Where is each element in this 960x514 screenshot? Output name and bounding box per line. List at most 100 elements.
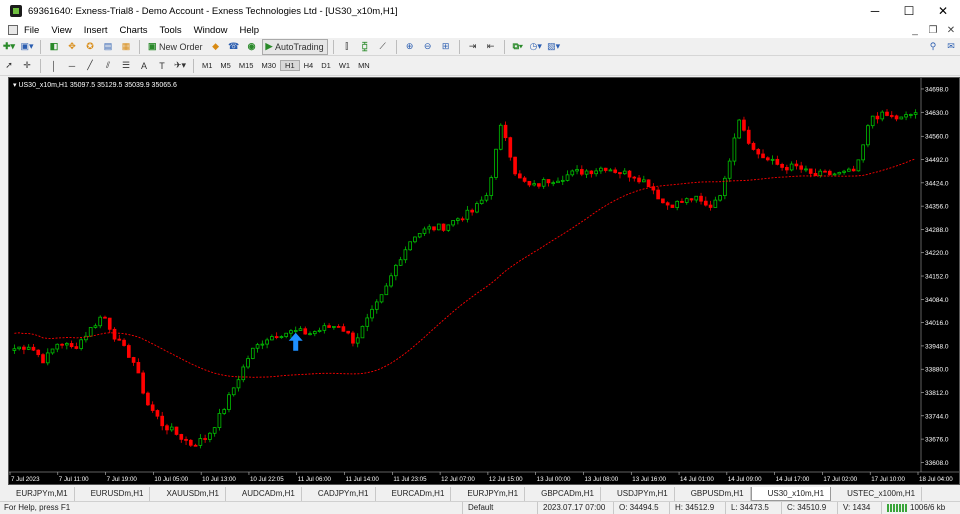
candle-body <box>236 379 241 389</box>
timeframe-m30[interactable]: M30 <box>257 61 280 70</box>
chart-tab[interactable]: EURUSDm,H1 <box>75 486 151 501</box>
candle-body <box>842 170 846 173</box>
menu-file[interactable]: File <box>24 25 39 36</box>
chart-tab[interactable]: CADJPYm,H1 <box>302 486 376 501</box>
price-label: 33608.0 <box>925 460 949 467</box>
standard-toolbar: ✚▾ ▣▾ ◧ ✥ ✪ ▤ ▦ ▣ New Order ◆ ☎ ◉ ▶ Auto… <box>0 38 960 56</box>
timeframe-h4[interactable]: H4 <box>300 61 318 70</box>
horizontal-line-icon[interactable]: ─ <box>64 58 80 74</box>
menu-view[interactable]: View <box>51 25 71 36</box>
chart-tab[interactable]: EURJPYm,M1 <box>0 486 75 501</box>
bar-chart-icon[interactable]: ⫿ <box>339 39 355 55</box>
new-chart-icon[interactable]: ✚▾ <box>1 39 17 55</box>
chart-tab[interactable]: AUDCADm,H1 <box>226 486 302 501</box>
market-watch-icon[interactable]: ◧ <box>46 39 62 55</box>
search-icon[interactable]: ⚲ <box>925 39 941 55</box>
fibonacci-icon[interactable]: ☰ <box>118 58 134 74</box>
tile-windows-icon[interactable]: ⊞ <box>438 39 454 55</box>
equidistant-channel-icon[interactable]: ⫽ <box>100 58 116 74</box>
time-label: 11 Jul 23:05 <box>393 476 427 483</box>
mdi-close-button[interactable]: ✕ <box>942 25 960 36</box>
line-chart-icon[interactable]: ⟋ <box>375 39 391 55</box>
chart-tab[interactable]: USTEC_x100m,H1 <box>831 486 923 501</box>
chart-tab[interactable]: GBPUSDm,H1 <box>675 486 751 501</box>
candle-body <box>489 177 494 196</box>
candle-body <box>279 336 284 339</box>
new-order-button[interactable]: ▣ New Order <box>145 39 206 55</box>
minimize-button[interactable]: ─ <box>858 0 892 22</box>
price-label: 34016.0 <box>925 320 949 327</box>
crosshair-icon[interactable]: ✛ <box>19 58 35 74</box>
maximize-button[interactable]: ☐ <box>892 0 926 22</box>
cursor-icon[interactable]: ➚ <box>1 58 17 74</box>
chart-window-icon[interactable] <box>8 25 18 35</box>
zoom-in-icon[interactable]: ⊕ <box>402 39 418 55</box>
chart-tab[interactable]: GBPCADm,H1 <box>525 486 602 501</box>
auto-scroll-icon[interactable]: ⇥ <box>465 39 481 55</box>
app-icon <box>10 5 22 17</box>
candle-body <box>494 148 498 178</box>
chart-shift-icon[interactable]: ⇤ <box>483 39 499 55</box>
price-label: 34492.0 <box>925 157 949 164</box>
candle-body <box>93 325 98 328</box>
text-tool-icon[interactable]: A <box>136 58 152 74</box>
vps-icon[interactable]: ◉ <box>244 39 260 55</box>
time-label: 13 Jul 08:00 <box>584 476 618 483</box>
metaeditor-icon[interactable]: ◆ <box>208 39 224 55</box>
menu-window[interactable]: Window <box>194 25 228 36</box>
time-label: 17 Jul 10:00 <box>871 476 905 483</box>
data-window-icon[interactable]: ✥ <box>64 39 80 55</box>
chart-tab[interactable]: EURCADm,H1 <box>376 486 452 501</box>
periods-icon[interactable]: ◷▾ <box>528 39 544 55</box>
candle-body <box>150 404 155 411</box>
separator <box>40 39 41 54</box>
strategy-tester-icon[interactable]: ▦ <box>118 39 134 55</box>
navigator-icon[interactable]: ✪ <box>82 39 98 55</box>
candle-body <box>422 228 427 234</box>
trendline-icon[interactable]: ╱ <box>82 58 98 74</box>
chart-tab[interactable]: XAUUSDm,H1 <box>150 486 226 501</box>
timeframe-h1[interactable]: H1 <box>280 60 300 71</box>
close-button[interactable]: ✕ <box>926 0 960 22</box>
timeframe-m1[interactable]: M1 <box>198 61 216 70</box>
chart-tab-active[interactable]: US30_x10m,H1 <box>750 486 832 501</box>
profiles-icon[interactable]: ▣▾ <box>19 39 35 55</box>
candlestick-icon[interactable]: ⧮ <box>357 39 373 55</box>
chart-tab[interactable]: USDJPYm,H1 <box>601 486 675 501</box>
mdi-minimize-button[interactable]: _ <box>906 25 924 36</box>
vertical-line-icon[interactable]: │ <box>46 58 62 74</box>
connection-icon <box>887 503 907 512</box>
candle-body <box>680 200 684 203</box>
timeframe-d1[interactable]: D1 <box>317 61 335 70</box>
templates-icon[interactable]: ▧▾ <box>546 39 562 55</box>
timeframe-mn[interactable]: MN <box>354 61 374 70</box>
autotrading-button[interactable]: ▶ AutoTrading <box>261 38 328 55</box>
chart-tab[interactable]: EURJPYm,H1 <box>451 486 526 501</box>
price-chart[interactable]: ▾ US30_x10m,H1 35097.5 35129.5 35039.9 3… <box>9 78 959 484</box>
signals-icon[interactable]: ☎ <box>226 39 242 55</box>
menu-tools[interactable]: Tools <box>159 25 181 36</box>
chat-icon[interactable]: ✉ <box>943 39 959 55</box>
candle-body <box>174 426 179 435</box>
timeframe-w1[interactable]: W1 <box>335 61 354 70</box>
menu-help[interactable]: Help <box>239 25 259 36</box>
zoom-out-icon[interactable]: ⊖ <box>420 39 436 55</box>
menu-charts[interactable]: Charts <box>120 25 148 36</box>
timeframe-m15[interactable]: M15 <box>235 61 258 70</box>
candle-body <box>718 195 722 201</box>
chart-window[interactable]: ▾ US30_x10m,H1 35097.5 35129.5 35039.9 3… <box>8 77 960 485</box>
arrows-icon[interactable]: ✈▾ <box>172 58 188 74</box>
candle-body <box>808 168 813 174</box>
text-label-icon[interactable]: T <box>154 58 170 74</box>
candle-body <box>441 223 446 231</box>
mdi-restore-button[interactable]: ❐ <box>924 25 942 36</box>
candle-body <box>403 249 408 261</box>
terminal-icon[interactable]: ▤ <box>100 39 116 55</box>
candle-body <box>417 233 422 238</box>
indicators-icon[interactable]: ⧉▾ <box>510 39 526 55</box>
candle-body <box>646 179 651 188</box>
time-label: 12 Jul 07:00 <box>441 476 475 483</box>
menu-insert[interactable]: Insert <box>84 25 108 36</box>
timeframe-m5[interactable]: M5 <box>216 61 234 70</box>
candle-body <box>31 346 36 351</box>
